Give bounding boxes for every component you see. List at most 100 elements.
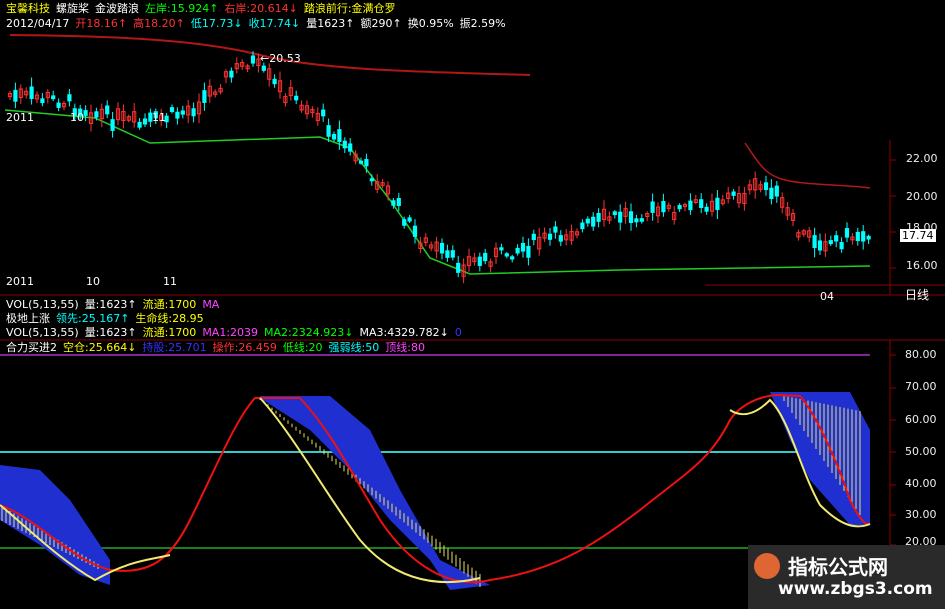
period-daily-button[interactable]: 日线 (905, 289, 929, 302)
candle-body (369, 178, 374, 182)
candle-body (110, 119, 115, 131)
candle-body (51, 95, 56, 100)
candle-body (628, 211, 634, 224)
stock-info-line-1: 宝馨科技 螺旋桨 金波踏浪 左岸:15.924↑ 右岸:20.614↓ 踏浪前行:金满仓罗 (6, 2, 402, 15)
vol-ma-indicator-title: VOL(5,13,55) 量:1623↑ 流通:1700 MA1:2039 MA2:23… (6, 326, 468, 339)
candle-body (342, 140, 347, 149)
header-line2-item: 量1623↑ (306, 17, 355, 30)
candle-body (364, 159, 369, 167)
candle-body (396, 198, 401, 206)
header-line2-item: 振2.59% (459, 17, 506, 30)
heli-item: 低线:20 (282, 341, 323, 354)
site-watermark: 指标公式网 www.zbgs3.com (748, 545, 945, 609)
watermark-url: www.zbgs3.com (778, 579, 933, 599)
candle-body (483, 252, 488, 262)
vol-item: 流通:1700 (142, 298, 197, 311)
candle-body (250, 55, 256, 64)
header-line2-item: 额290↑ (360, 17, 402, 30)
x-label-10: 10 (86, 275, 100, 288)
osc-tick-70: 70.00 (905, 380, 937, 393)
candle-body (439, 242, 445, 254)
candle-body (812, 235, 817, 249)
candle-body (704, 206, 709, 212)
header-line2-item: 换0.95% (407, 17, 454, 30)
candle-body (558, 235, 563, 242)
x-label-top-2011: 2011 (6, 111, 34, 124)
x-label-top-11: 11 (152, 111, 166, 124)
vol-item: MA (202, 298, 220, 311)
candle-body (861, 231, 866, 242)
candle-body (337, 129, 342, 142)
header-line1-item: 螺旋桨 (56, 2, 89, 15)
volma-item: 0 (454, 326, 462, 339)
header-line2-item: 低17.73↓ (190, 17, 243, 30)
stock-quote-line: 2012/04/17 开18.16↑ 高18.20↑ 低17.73↓ 收17.74↓ 量1… (6, 17, 512, 30)
volma-item: MA3:4329.782↓ (359, 326, 449, 339)
candle-body (618, 211, 623, 223)
candle-body (677, 205, 682, 210)
heli-indicator-title: 合力买进2 空仓:25.664↓ 持股:25.701 操作:26.459 低线:20 强弱… (6, 341, 431, 354)
candle-body (547, 233, 553, 240)
price-tick-20: 20.00 (906, 190, 938, 203)
candle-body (358, 160, 364, 164)
candle-body (445, 250, 450, 258)
candle-body (402, 219, 407, 226)
header-line2-item: 开18.16↑ (75, 17, 128, 30)
jidi-item: 领先:25.167↑ (56, 312, 130, 325)
candle-body (202, 90, 207, 103)
candle-body (855, 231, 860, 242)
candle-body (105, 105, 110, 115)
candle-body (13, 89, 18, 102)
heli-item: 顶线:80 (385, 341, 425, 354)
candle-body (331, 134, 337, 140)
candle-body (828, 240, 833, 245)
candle-body (391, 200, 396, 206)
candle-body (169, 107, 175, 112)
osc-tick-80: 80.00 (905, 348, 937, 361)
candle-body (688, 200, 693, 211)
candle-body (477, 256, 482, 266)
candle-body (56, 102, 61, 108)
candle-body (40, 98, 45, 104)
jidi-indicator-title: 极地上涨 领先:25.167↑ 生命线:28.95 (6, 312, 210, 325)
header-line2-item: 收17.74↓ (248, 17, 301, 30)
x-label-top-10: 10 (70, 111, 84, 124)
candle-body (261, 65, 266, 71)
x-label-11: 11 (163, 275, 177, 288)
candle-body (591, 216, 596, 227)
header-line1-item: 踏浪前行:金满仓罗 (303, 2, 396, 15)
candle-body (450, 250, 455, 258)
osc-tick-60: 60.00 (905, 413, 937, 426)
candle-body (553, 226, 558, 233)
last-price-badge: 17.74 (900, 229, 936, 242)
candle-body (229, 70, 234, 78)
candle-body (585, 218, 590, 224)
vol-item: VOL(5,13,55) (6, 298, 79, 311)
osc-tick-40: 40.00 (905, 477, 937, 490)
candle-body (520, 242, 526, 252)
candle-body (763, 182, 769, 191)
candle-body (504, 253, 509, 257)
candle-body (634, 218, 639, 223)
heli-item: 合力买进2 (6, 341, 57, 354)
stock-chart-window[interactable]: 宝馨科技 螺旋桨 金波踏浪 左岸:15.924↑ 右岸:20.614↓ 踏浪前行:金满仓罗… (0, 0, 945, 609)
candle-body (83, 110, 88, 116)
price-tick-16: 16.00 (906, 259, 938, 272)
candle-body (137, 121, 142, 128)
candle-body (866, 235, 871, 240)
candle-body (272, 78, 277, 85)
vol-indicator-title: VOL(5,13,55) 量:1623↑ 流通:1700 MA (6, 298, 225, 311)
peak-price-label: ←20.53 (260, 52, 301, 65)
candle-body (774, 185, 779, 197)
candle-body (348, 143, 353, 152)
candle-body (515, 247, 520, 254)
x-label-2011: 2011 (6, 275, 34, 288)
candle-body (596, 212, 601, 222)
header-line1-item: 左岸:15.924↑ (145, 2, 219, 15)
price-tick-22: 22.00 (906, 152, 938, 165)
candle-body (412, 225, 418, 237)
x-label-04: 04 (820, 290, 834, 303)
candle-body (510, 256, 515, 260)
candle-body (456, 262, 461, 273)
header-line1-item: 金波踏浪 (95, 2, 139, 15)
